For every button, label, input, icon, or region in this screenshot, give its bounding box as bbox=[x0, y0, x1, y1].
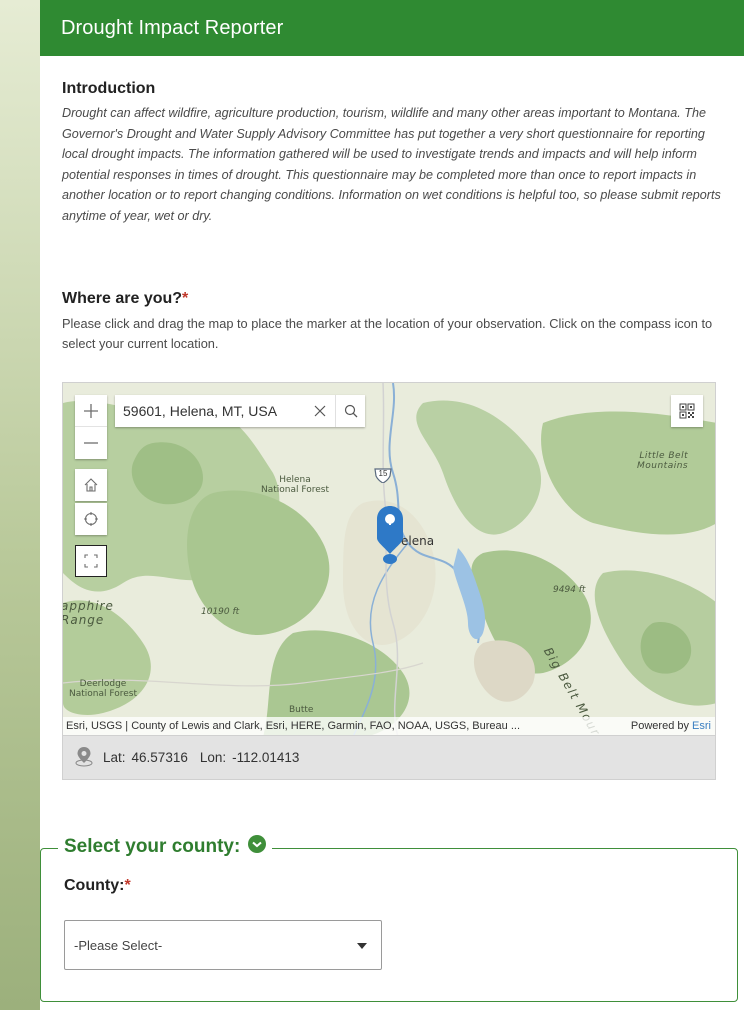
map-label-sapphire-line2: Range bbox=[62, 613, 105, 627]
map-label-deerlodge: Deerlodge National Forest bbox=[69, 679, 137, 699]
required-asterisk: * bbox=[182, 290, 189, 307]
map-label-elevation-1: 9494 ft bbox=[553, 585, 586, 595]
zoom-in-button[interactable] bbox=[75, 395, 107, 427]
county-label-text: County: bbox=[64, 877, 125, 894]
qr-code-icon bbox=[679, 403, 695, 419]
required-asterisk: * bbox=[124, 877, 131, 894]
map-label-little-belt-line2: Mountains bbox=[637, 461, 689, 471]
county-select[interactable]: -Please Select- bbox=[64, 920, 382, 970]
home-button[interactable] bbox=[75, 469, 107, 501]
location-section: Where are you?* Please click and drag th… bbox=[62, 290, 726, 354]
map-label-butte: Butte bbox=[289, 705, 314, 715]
longitude-label: Lon: bbox=[199, 750, 227, 765]
location-map[interactable]: Helena National Forest Little Belt Mount… bbox=[62, 382, 716, 736]
map-label-deerlodge-line1: Deerlodge bbox=[79, 679, 127, 689]
map-label-sapphire-range: apphire Range bbox=[62, 599, 114, 627]
search-icon bbox=[344, 404, 357, 418]
latitude-label: Lat: bbox=[103, 750, 126, 765]
map-label-helena-nf: Helena National Forest bbox=[261, 475, 329, 495]
form-title: Drought Impact Reporter bbox=[61, 16, 284, 39]
map-search-box bbox=[115, 395, 365, 427]
map-label-sapphire-line1: apphire bbox=[62, 599, 114, 613]
map-label-helena-nf-line1: Helena bbox=[279, 475, 311, 485]
minus-icon bbox=[84, 442, 98, 444]
zoom-out-button[interactable] bbox=[75, 427, 107, 459]
form-header: Drought Impact Reporter bbox=[40, 0, 744, 56]
map-search-input[interactable] bbox=[115, 396, 305, 426]
close-icon bbox=[314, 405, 326, 417]
fullscreen-icon bbox=[84, 554, 98, 568]
powered-by-prefix: Powered by bbox=[630, 720, 693, 732]
map-label-city: elena bbox=[401, 534, 435, 548]
location-pin-icon bbox=[73, 745, 95, 770]
county-section-legend[interactable]: Select your county: bbox=[58, 835, 273, 859]
chevron-down-icon[interactable] bbox=[248, 835, 267, 859]
map-label-deerlodge-line2: National Forest bbox=[69, 689, 137, 699]
plus-icon bbox=[84, 403, 98, 418]
latitude-value: 46.57316 bbox=[131, 750, 188, 765]
county-field-label: County:* bbox=[64, 877, 131, 895]
map-label-little-belt-line1: Little Belt bbox=[639, 451, 689, 461]
county-select-value: -Please Select- bbox=[74, 937, 163, 953]
introduction-section: Introduction Drought can affect wildfire… bbox=[62, 80, 722, 226]
home-icon bbox=[84, 478, 98, 492]
esri-link[interactable]: Esri bbox=[692, 720, 711, 732]
fullscreen-button[interactable] bbox=[75, 545, 107, 577]
qr-code-button[interactable] bbox=[671, 395, 703, 427]
interstate-shield-icon: 15 bbox=[374, 467, 392, 484]
locate-button[interactable] bbox=[75, 503, 107, 535]
location-instructions: Please click and drag the map to place t… bbox=[62, 316, 713, 351]
interstate-shield-number: 15 bbox=[378, 469, 388, 478]
search-clear-button[interactable] bbox=[305, 395, 335, 427]
coordinates-bar: Lat: 46.57316 Lon: -112.01413 bbox=[62, 736, 716, 780]
location-heading-text: Where are you? bbox=[62, 290, 183, 307]
zoom-controls bbox=[75, 395, 107, 459]
location-marker-icon[interactable] bbox=[375, 504, 405, 564]
county-section-title: Select your county: bbox=[64, 836, 241, 857]
map-label-little-belt: Little Belt Mountains bbox=[637, 451, 688, 471]
map-label-elevation-2: 10190 ft bbox=[201, 607, 240, 617]
introduction-heading: Introduction bbox=[62, 80, 156, 97]
search-button[interactable] bbox=[335, 395, 365, 427]
attribution-text: Esri, USGS | County of Lewis and Clark, … bbox=[66, 720, 520, 732]
dropdown-caret-icon bbox=[357, 943, 367, 949]
map-attribution: Esri, USGS | County of Lewis and Clark, … bbox=[63, 717, 715, 735]
longitude-value: -112.01413 bbox=[232, 750, 300, 765]
powered-by: Powered by Esri bbox=[631, 720, 715, 732]
form-card: Drought Impact Reporter Introduction Dro… bbox=[40, 0, 744, 1010]
map-label-helena-nf-line2: National Forest bbox=[261, 485, 329, 495]
location-heading: Where are you?* bbox=[62, 290, 726, 308]
introduction-body: Drought can affect wildfire, agriculture… bbox=[62, 106, 721, 223]
compass-icon bbox=[84, 512, 98, 526]
page-background-strip bbox=[0, 0, 40, 1010]
